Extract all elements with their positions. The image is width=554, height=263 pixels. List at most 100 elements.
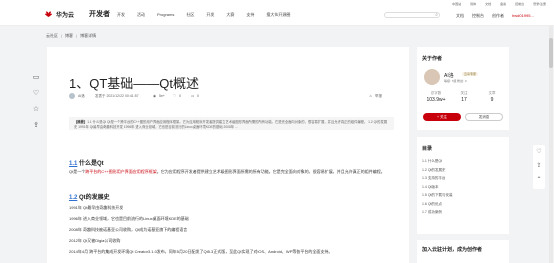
report-link[interactable]: 举报 [375,94,382,99]
top-link[interactable]: 控制台 [515,2,524,6]
brand-name[interactable]: 华为云 [56,10,74,19]
collect-icon[interactable]: ☆ [33,104,39,120]
breadcrumb-item[interactable]: 博客 [65,33,73,39]
panel-title: 关于作者 [422,56,443,62]
article-body: 1、QT基础——Qt概述 AI洛 发表于 2021/12/22 00:41:57… [47,47,409,263]
nav-item[interactable]: 活动 [137,12,145,18]
section-heading: 1.1 什么是Qt [69,158,104,167]
toc-item[interactable]: 1.2 Qt的发展史 [422,168,453,177]
section-title: 什么是Qt [77,161,104,167]
author-name[interactable]: AI洛 [78,94,85,99]
highlight-text: 跨平台的C++图形用户界面应用程序框架 [85,169,157,174]
stat-value: 9 [490,97,494,103]
breadcrumb-item: 博客详情 [80,33,97,38]
article-title: 1、QT基础——Qt概述 [69,76,200,91]
message-button[interactable]: 发消息 [465,113,503,121]
toc-item[interactable]: 1.1 什么是Qt [422,159,453,168]
stat-label: 文章 [488,91,496,95]
console-link[interactable]: 控制台 [472,13,484,19]
left-toolbar: ▭ ♡ ☆ ⇪ [30,72,42,136]
nav-item[interactable]: 开发 [206,12,214,18]
top-link[interactable]: 中国站 [452,2,461,6]
share-icon[interactable]: ⇪ [33,120,39,136]
breadcrumb-separator: | [61,33,63,38]
comment-icon[interactable]: ▭ [33,72,40,88]
article-meta: AI洛 发表于 2021/12/22 00:41:57 ◉ 5e+ ♡ 0 ▭ … [69,92,394,100]
summary-text: 1.1 什么是Qt Qt是一个跨平台的C++图形用户界面应用程序框架。它为应用程… [74,120,388,129]
avatar[interactable] [424,69,440,85]
author-avatar[interactable] [69,93,75,99]
article-summary: 【摘要】1.1 什么是Qt Qt是一个跨平台的C++图形用户界面应用程序框架。它… [69,117,394,130]
search-input[interactable]: ⌕ [384,12,440,18]
top-icon[interactable]: ⌃ [536,173,541,187]
comment-icon[interactable]: ▭ [191,94,194,98]
section-heading: 1.2 Qt的发展史 [69,192,110,201]
paragraph: 2014年4月 跨平台的集成开发环境Qt Creator3.1.0发布，同年5月… [69,249,333,254]
paragraph: 2008年 奇趣科技被诺基亚公司收购，Qt成为诺基亚旗下的编程语言 [69,227,188,232]
scrollbar-thumb[interactable] [549,38,553,68]
report-icon[interactable]: ⚠ [369,94,372,98]
right-toolbar: ♡ ⇪ ⌃ [533,145,545,189]
top-navigation-bar: 华为云 开发者 开发 活动 Programs 社区 开发 大赛 支持 擅大伙开源… [0,0,554,26]
nav-item[interactable]: 擅大伙开源圈 [266,12,290,18]
toc-item[interactable]: 1.7 成功案例 [422,210,453,219]
breadcrumb: 云社区 | 博客 | 博客详情 [46,33,96,39]
share-icon[interactable]: ⇪ [536,159,541,173]
top-link[interactable]: 文档 [485,2,491,6]
like-icon[interactable]: ♡ [536,145,541,159]
breadcrumb-item[interactable]: 云社区 [46,33,58,39]
intro-text: 。它为应用程序开发者提供建立艺术级图形界面所需的所有功能。它是完全面向对象的，很… [156,169,385,174]
view-count: 5e+ [159,94,165,98]
paragraph: 1996年 进入商业领域，它也是目前流行的Linux桌面环境KDE的基础 [69,216,189,221]
nav-item[interactable]: 社区 [186,12,194,18]
paragraph: 1991年 Qt最早由奇趣科技开发 [69,205,124,210]
user-account[interactable]: hwd01995... [512,13,534,19]
docs-link[interactable]: 文档 [456,13,464,19]
search-icon[interactable]: ⌕ [435,12,438,18]
nav-item[interactable]: 开发 [117,12,125,18]
author-level: 等级: 7级 粉丝: 0 [444,79,467,83]
top-link[interactable]: 备案 [500,2,506,6]
nav-item[interactable]: 支持 [246,12,254,18]
toc-item[interactable]: 1.5 Qt的下载与安装 [422,193,453,202]
section-title: Qt的发展史 [77,195,110,201]
like-icon[interactable]: ♡ [33,88,39,104]
main-nav: 开发 活动 Programs 社区 开发 大赛 支持 擅大伙开源圈 [117,12,302,18]
like-icon[interactable]: ♡ [173,94,176,98]
nav-item[interactable]: 大赛 [226,12,234,18]
like-count: 0 [179,94,181,98]
stat-item: 总字数 103.9w+ [422,91,450,103]
stat-label: 总字数 [430,91,442,95]
toc-item[interactable]: 1.6 Qt的优点 [422,202,453,211]
stat-item: 关注 17 [450,91,478,103]
author-name[interactable]: AI洛 [444,72,454,79]
toc-list: 1.1 什么是Qt 1.2 Qt的发展史 1.3 支持的平台 1.4 Qt版本 … [422,159,453,219]
nav-item[interactable]: Programs [157,12,174,18]
top-link[interactable]: 登录/注册 [533,2,546,6]
top-link[interactable]: 简体 [470,2,476,6]
author-stats: 总字数 103.9w+ 关注 17 文章 9 [422,91,506,103]
panel-title[interactable]: 加入云驻计划，成为创作者 [422,246,482,253]
stat-label: 关注 [460,91,468,95]
follow-button[interactable]: + 关注 [423,113,461,121]
summary-label: 【摘要】 [74,120,88,124]
stat-value: 17 [461,97,467,103]
paragraph: 2012年 Qt又被Digia公司收购 [69,238,121,243]
author-card: 关于作者 AI洛 云享专家 等级: 7级 粉丝: 0 总字数 103.9w+ 关注… [417,47,509,130]
top-links: 中国站 简体 文档 备案 控制台 登录/注册 [443,2,546,6]
toc-item[interactable]: 1.3 支持的平台 [422,176,453,185]
scrollbar[interactable] [549,26,553,263]
comment-count: 0 [197,94,199,98]
table-of-contents: 目录 1.1 什么是Qt 1.2 Qt的发展史 1.3 支持的平台 1.4 Qt… [417,137,509,234]
intro-text: Qt是一个 [69,169,86,174]
view-icon: ◉ [153,94,157,98]
expert-badge: 云享专家 [462,72,479,76]
panel-title: 目录 [422,146,433,152]
breadcrumb-separator: | [76,33,78,38]
creator-link[interactable]: 创作者 [492,13,504,19]
section-title[interactable]: 开发者 [89,9,110,19]
huawei-logo[interactable] [44,9,53,18]
toc-item[interactable]: 1.4 Qt版本 [422,185,453,194]
paragraph: Qt是一个跨平台的C++图形用户界面应用程序框架。它为应用程序开发者提供建立艺术… [69,168,394,175]
stat-value: 103.9w+ [426,97,446,103]
